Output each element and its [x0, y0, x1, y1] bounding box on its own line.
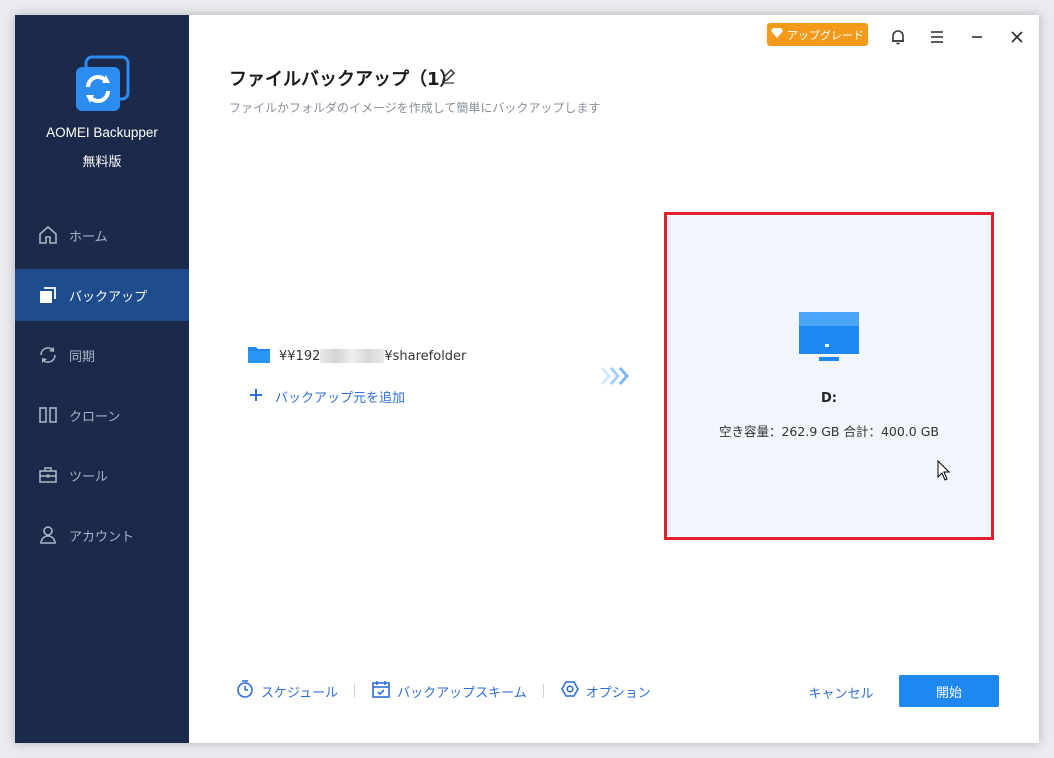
redacted-region: [320, 349, 385, 363]
clone-icon: [37, 404, 59, 426]
divider: [354, 684, 356, 698]
folder-icon: [247, 344, 271, 368]
close-icon[interactable]: [1005, 25, 1029, 49]
backup-scheme-label: バックアップスキーム: [397, 685, 527, 701]
schedule-label: スケジュール: [261, 685, 339, 701]
add-source-label: バックアップ元を追加: [275, 391, 406, 406]
options-label: オプション: [585, 685, 651, 701]
source-path-suffix: ¥sharefolder: [384, 348, 467, 364]
sync-icon: [37, 344, 59, 366]
upgrade-button[interactable]: アップグレード: [767, 23, 868, 46]
cancel-button[interactable]: キャンセル: [801, 680, 881, 704]
destination-label: D:: [821, 391, 837, 406]
backup-icon: [37, 284, 59, 306]
destination-capacity: 空き容量：262.9 GB 合計：400.0 GB: [718, 424, 939, 439]
source-path-prefix: ¥¥192: [279, 348, 321, 364]
main-panel: アップグレード ファイルバックアップ（1） ファイルかフォルダのイメージを作成し…: [189, 15, 1039, 743]
sidebar-item-label: バックアップ: [69, 289, 148, 305]
sidebar-item-sync[interactable]: 同期: [15, 329, 189, 381]
menu-icon[interactable]: [925, 25, 949, 49]
add-source-button[interactable]: バックアップ元を追加: [249, 387, 405, 406]
disk-drive-icon: [797, 310, 861, 366]
destination-selector[interactable]: D: 空き容量：262.9 GB 合計：400.0 GB: [664, 212, 994, 540]
sidebar-item-tools[interactable]: ツール: [15, 449, 189, 501]
start-button[interactable]: 開始: [899, 675, 999, 707]
sidebar-item-account[interactable]: アカウント: [15, 509, 189, 561]
backup-scheme-button[interactable]: バックアップスキーム: [371, 679, 527, 703]
sidebar-item-label: クローン: [69, 409, 121, 425]
sidebar-item-label: 同期: [69, 349, 96, 365]
direction-arrows-icon: [599, 364, 633, 388]
schedule-button[interactable]: スケジュール: [235, 679, 338, 703]
sidebar: AOMEI Backupper 無料版 ホーム バックアップ 同期 クローン ツ…: [15, 15, 189, 743]
minimize-icon[interactable]: [965, 25, 989, 49]
app-name: AOMEI Backupper: [46, 125, 158, 140]
options-button[interactable]: オプション: [560, 679, 651, 703]
user-icon: [37, 524, 59, 546]
sidebar-item-clone[interactable]: クローン: [15, 389, 189, 441]
sidebar-item-label: ホーム: [69, 229, 108, 245]
edit-pencil-icon[interactable]: [439, 67, 459, 87]
sidebar-item-label: ツール: [69, 469, 109, 485]
upgrade-label: アップグレード: [787, 28, 864, 42]
footer-toolbar: スケジュール バックアップスキーム オプション: [235, 679, 651, 703]
calendar-check-icon: [371, 679, 391, 703]
sidebar-item-home[interactable]: ホーム: [15, 209, 189, 261]
notification-bell-icon[interactable]: [886, 25, 910, 49]
plus-icon: [249, 388, 263, 406]
mouse-cursor-icon: [937, 459, 951, 482]
sidebar-item-backup[interactable]: バックアップ: [15, 269, 189, 321]
settings-hexagon-icon: [560, 679, 580, 703]
source-item[interactable]: ¥¥192 ¥sharefolder: [247, 344, 466, 368]
app-edition: 無料版: [82, 155, 122, 170]
toolbox-icon: [37, 464, 59, 486]
app-logo-icon: [72, 55, 132, 115]
clock-icon: [235, 679, 255, 703]
page-subtitle: ファイルかフォルダのイメージを作成して簡単にバックアップします: [229, 101, 601, 115]
app-window: AOMEI Backupper 無料版 ホーム バックアップ 同期 クローン ツ…: [15, 15, 1039, 743]
page-title: ファイルバックアップ（1）: [229, 69, 458, 90]
sidebar-item-label: アカウント: [69, 529, 135, 545]
home-icon: [37, 224, 59, 246]
divider: [542, 684, 544, 698]
diamond-icon: [771, 28, 783, 41]
